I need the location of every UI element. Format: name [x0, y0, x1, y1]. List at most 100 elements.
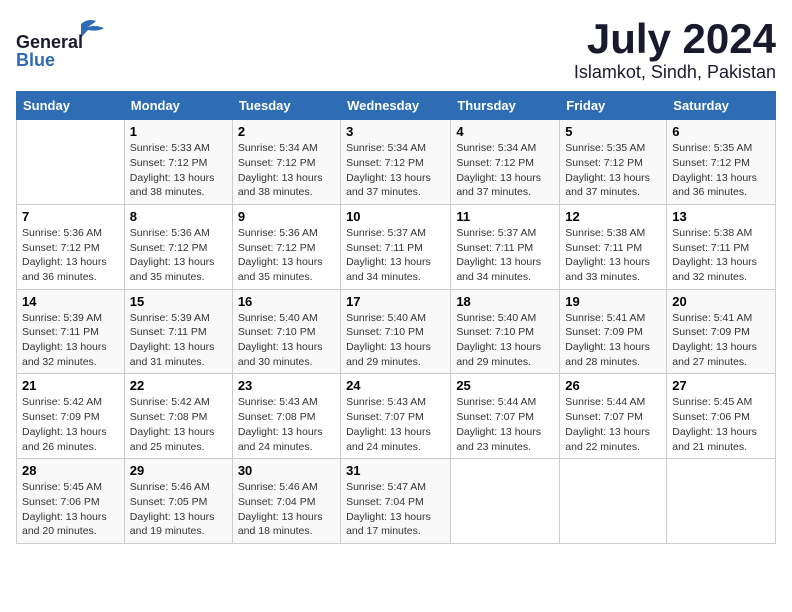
day-info: Sunrise: 5:38 AMSunset: 7:11 PMDaylight:… — [672, 226, 770, 285]
calendar-cell: 27 Sunrise: 5:45 AMSunset: 7:06 PMDayligh… — [667, 374, 776, 459]
location-title: Islamkot, Sindh, Pakistan — [574, 62, 776, 83]
svg-text:General: General — [16, 32, 83, 52]
day-info: Sunrise: 5:33 AMSunset: 7:12 PMDaylight:… — [130, 141, 227, 200]
month-title: July 2024 — [574, 16, 776, 62]
day-info: Sunrise: 5:34 AMSunset: 7:12 PMDaylight:… — [346, 141, 445, 200]
weekday-header-tuesday: Tuesday — [232, 92, 340, 120]
day-info: Sunrise: 5:37 AMSunset: 7:11 PMDaylight:… — [346, 226, 445, 285]
day-number: 31 — [346, 463, 445, 478]
calendar-cell: 5 Sunrise: 5:35 AMSunset: 7:12 PMDaylight… — [560, 120, 667, 205]
day-info: Sunrise: 5:45 AMSunset: 7:06 PMDaylight:… — [22, 480, 119, 539]
day-info: Sunrise: 5:38 AMSunset: 7:11 PMDaylight:… — [565, 226, 661, 285]
calendar-cell — [17, 120, 125, 205]
calendar-cell: 22Sunrise: 5:42 AMSunset: 7:08 PMDayligh… — [124, 374, 232, 459]
day-number: 20 — [672, 294, 770, 309]
title-area: July 2024 Islamkot, Sindh, Pakistan — [574, 16, 776, 83]
day-number: 25 — [456, 378, 554, 393]
day-info: Sunrise: 5:34 AMSunset: 7:12 PMDaylight:… — [238, 141, 335, 200]
calendar-cell: 13 Sunrise: 5:38 AMSunset: 7:11 PMDayligh… — [667, 204, 776, 289]
day-info: Sunrise: 5:46 AMSunset: 7:04 PMDaylight:… — [238, 480, 335, 539]
calendar-cell: 21 Sunrise: 5:42 AMSunset: 7:09 PMDayligh… — [17, 374, 125, 459]
calendar-cell: 25 Sunrise: 5:44 AMSunset: 7:07 PMDayligh… — [451, 374, 560, 459]
day-info: Sunrise: 5:43 AMSunset: 7:07 PMDaylight:… — [346, 395, 445, 454]
day-number: 26 — [565, 378, 661, 393]
calendar-cell: 3 Sunrise: 5:34 AMSunset: 7:12 PMDaylight… — [341, 120, 451, 205]
calendar-cell: 14Sunrise: 5:39 AMSunset: 7:11 PMDayligh… — [17, 289, 125, 374]
calendar-cell: 29 Sunrise: 5:46 AMSunset: 7:05 PMDayligh… — [124, 459, 232, 544]
day-info: Sunrise: 5:42 AMSunset: 7:09 PMDaylight:… — [22, 395, 119, 454]
calendar-table: SundayMondayTuesdayWednesdayThursdayFrid… — [16, 91, 776, 544]
day-number: 19 — [565, 294, 661, 309]
day-info: Sunrise: 5:35 AMSunset: 7:12 PMDaylight:… — [565, 141, 661, 200]
day-info: Sunrise: 5:35 AMSunset: 7:12 PMDaylight:… — [672, 141, 770, 200]
week-row-3: 14 Sunrise: 5:39 AMSunset: 7:11 PMDayligh… — [17, 289, 776, 374]
day-info: Sunrise: 5:41 AMSunset: 7:09 PMDaylight:… — [672, 311, 770, 370]
day-number: 5 — [565, 124, 661, 139]
calendar-cell: 16 Sunrise: 5:40 AMSunset: 7:10 PMDayligh… — [232, 289, 340, 374]
week-row-5: 28 Sunrise: 5:45 AMSunset: 7:06 PMDayligh… — [17, 459, 776, 544]
day-number: 8 — [130, 209, 227, 224]
calendar-cell: 9Sunrise: 5:36 AMSunset: 7:12 PMDaylight… — [232, 204, 340, 289]
day-number: 13 — [672, 209, 770, 224]
day-info: Sunrise: 5:36 AMSunset: 7:12 PMDaylight:… — [130, 226, 227, 285]
weekday-header-saturday: Saturday — [667, 92, 776, 120]
calendar-cell: 31 Sunrise: 5:47 AMSunset: 7:04 PMDayligh… — [341, 459, 451, 544]
day-info: Sunrise: 5:43 AMSunset: 7:08 PMDaylight:… — [238, 395, 335, 454]
day-number: 11 — [456, 209, 554, 224]
calendar-cell: 26 Sunrise: 5:44 AMSunset: 7:07 PMDayligh… — [560, 374, 667, 459]
day-number: 17 — [346, 294, 445, 309]
day-number: 30 — [238, 463, 335, 478]
day-info: Sunrise: 5:41 AMSunset: 7:09 PMDaylight:… — [565, 311, 661, 370]
day-number: 6 — [672, 124, 770, 139]
day-number: 7 — [22, 209, 119, 224]
weekday-header-row: SundayMondayTuesdayWednesdayThursdayFrid… — [17, 92, 776, 120]
day-number: 3 — [346, 124, 445, 139]
day-info: Sunrise: 5:46 AMSunset: 7:05 PMDaylight:… — [130, 480, 227, 539]
calendar-cell: 2 Sunrise: 5:34 AMSunset: 7:12 PMDaylight… — [232, 120, 340, 205]
day-number: 28 — [22, 463, 119, 478]
day-info: Sunrise: 5:39 AMSunset: 7:11 PMDaylight:… — [130, 311, 227, 370]
day-info: Sunrise: 5:44 AMSunset: 7:07 PMDaylight:… — [565, 395, 661, 454]
day-number: 14 — [22, 294, 119, 309]
day-info: Sunrise: 5:45 AMSunset: 7:06 PMDaylight:… — [672, 395, 770, 454]
day-number: 15 — [130, 294, 227, 309]
calendar-cell: 6 Sunrise: 5:35 AMSunset: 7:12 PMDaylight… — [667, 120, 776, 205]
calendar-cell: 12 Sunrise: 5:38 AMSunset: 7:11 PMDayligh… — [560, 204, 667, 289]
calendar-cell: 30 Sunrise: 5:46 AMSunset: 7:04 PMDayligh… — [232, 459, 340, 544]
svg-text:Blue: Blue — [16, 50, 55, 70]
day-number: 2 — [238, 124, 335, 139]
weekday-header-monday: Monday — [124, 92, 232, 120]
calendar-cell: 28 Sunrise: 5:45 AMSunset: 7:06 PMDayligh… — [17, 459, 125, 544]
calendar-cell — [667, 459, 776, 544]
day-info: Sunrise: 5:40 AMSunset: 7:10 PMDaylight:… — [346, 311, 445, 370]
calendar-cell: 20 Sunrise: 5:41 AMSunset: 7:09 PMDayligh… — [667, 289, 776, 374]
calendar-cell — [451, 459, 560, 544]
page-header: General Blue July 2024 Islamkot, Sindh, … — [16, 16, 776, 83]
day-number: 12 — [565, 209, 661, 224]
week-row-2: 7 Sunrise: 5:36 AMSunset: 7:12 PMDaylight… — [17, 204, 776, 289]
day-info: Sunrise: 5:42 AMSunset: 7:08 PMDaylight:… — [130, 395, 227, 454]
day-number: 27 — [672, 378, 770, 393]
calendar-cell: 4 Sunrise: 5:34 AMSunset: 7:12 PMDaylight… — [451, 120, 560, 205]
calendar-cell: 24Sunrise: 5:43 AMSunset: 7:07 PMDayligh… — [341, 374, 451, 459]
day-info: Sunrise: 5:34 AMSunset: 7:12 PMDaylight:… — [456, 141, 554, 200]
calendar-cell: 17 Sunrise: 5:40 AMSunset: 7:10 PMDayligh… — [341, 289, 451, 374]
calendar-cell: 8 Sunrise: 5:36 AMSunset: 7:12 PMDaylight… — [124, 204, 232, 289]
calendar-cell: 10Sunrise: 5:37 AMSunset: 7:11 PMDayligh… — [341, 204, 451, 289]
day-number: 21 — [22, 378, 119, 393]
day-number: 4 — [456, 124, 554, 139]
weekday-header-sunday: Sunday — [17, 92, 125, 120]
day-info: Sunrise: 5:40 AMSunset: 7:10 PMDaylight:… — [456, 311, 554, 370]
day-number: 23 — [238, 378, 335, 393]
calendar-cell: 15 Sunrise: 5:39 AMSunset: 7:11 PMDayligh… — [124, 289, 232, 374]
day-number: 9 — [238, 209, 335, 224]
day-number: 16 — [238, 294, 335, 309]
week-row-4: 21 Sunrise: 5:42 AMSunset: 7:09 PMDayligh… — [17, 374, 776, 459]
weekday-header-thursday: Thursday — [451, 92, 560, 120]
calendar-cell: 1Sunrise: 5:33 AMSunset: 7:12 PMDaylight… — [124, 120, 232, 205]
day-info: Sunrise: 5:44 AMSunset: 7:07 PMDaylight:… — [456, 395, 554, 454]
day-number: 29 — [130, 463, 227, 478]
weekday-header-wednesday: Wednesday — [341, 92, 451, 120]
day-info: Sunrise: 5:40 AMSunset: 7:10 PMDaylight:… — [238, 311, 335, 370]
day-info: Sunrise: 5:47 AMSunset: 7:04 PMDaylight:… — [346, 480, 445, 539]
